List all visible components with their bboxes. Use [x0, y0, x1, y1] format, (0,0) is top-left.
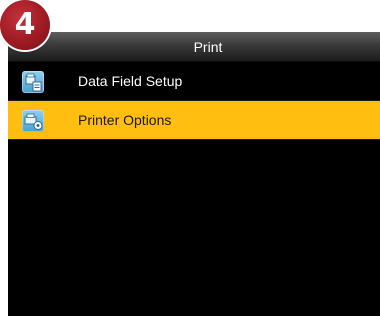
menu-item-printer-options[interactable]: Printer Options	[8, 101, 380, 139]
printer-options-icon	[22, 110, 44, 132]
title-bar: Print	[8, 32, 380, 62]
menu-item-label: Printer Options	[78, 112, 172, 128]
menu-item-label: Data Field Setup	[78, 73, 183, 89]
step-number-badge: 4	[0, 0, 50, 50]
menu-item-data-field-setup[interactable]: Data Field Setup	[8, 62, 380, 100]
page-title: Print	[193, 39, 223, 55]
divider	[8, 139, 380, 140]
device-screen: Print Data Field Setup Printer Options	[8, 32, 380, 316]
data-field-icon	[22, 71, 44, 93]
